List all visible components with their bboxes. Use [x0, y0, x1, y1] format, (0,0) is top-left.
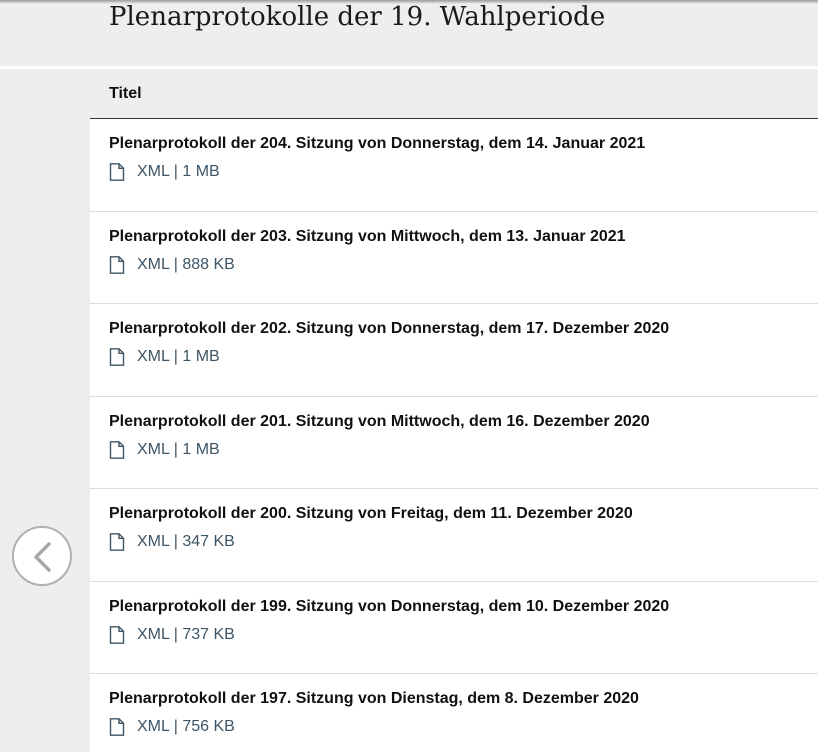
xml-download-link[interactable]: XML | 756 KB: [109, 718, 235, 736]
file-info: XML | 756 KB: [137, 718, 235, 735]
file-info: XML | 1 MB: [137, 440, 220, 458]
row-title: Plenarprotokoll der 202. Sitzung von Don…: [109, 320, 670, 337]
file-icon: [109, 533, 125, 551]
file-icon: [109, 348, 125, 366]
protocol-table: Titel Plenarprotokoll der 204. Sitzung v…: [90, 69, 818, 752]
file-info: XML | 737 KB: [137, 625, 235, 643]
column-header-title[interactable]: Titel: [109, 85, 142, 103]
xml-download-link[interactable]: XML | 888 KB: [109, 256, 235, 274]
table-row: Plenarprotokoll der 202. Sitzung von Don…: [90, 304, 818, 397]
file-icon: [109, 255, 125, 274]
table-row: Plenarprotokoll der 197. Sitzung von Die…: [90, 674, 818, 752]
xml-download-link[interactable]: XML | 1 MB: [109, 441, 220, 459]
table-row: Plenarprotokoll der 204. Sitzung von Don…: [90, 119, 818, 212]
table-header: Titel: [90, 69, 818, 119]
file-info: XML | 1 MB: [137, 348, 220, 365]
file-icon: [109, 163, 125, 181]
file-info: XML | 1 MB: [137, 163, 220, 180]
table-row: Plenarprotokoll der 203. Sitzung von Mit…: [90, 212, 818, 304]
table-row: Plenarprotokoll der 200. Sitzung von Fre…: [90, 489, 818, 582]
row-title: Plenarprotokoll der 199. Sitzung von Don…: [109, 597, 670, 615]
file-info: XML | 347 KB: [137, 533, 235, 550]
file-icon: [109, 440, 125, 459]
previous-button[interactable]: [12, 526, 72, 586]
xml-download-link[interactable]: XML | 1 MB: [109, 348, 220, 366]
row-title: Plenarprotokoll der 197. Sitzung von Die…: [109, 690, 639, 707]
chevron-left-icon: [34, 542, 51, 572]
row-title: Plenarprotokoll der 200. Sitzung von Fre…: [109, 505, 633, 522]
table-row: Plenarprotokoll der 201. Sitzung von Mit…: [90, 397, 818, 489]
xml-download-link[interactable]: XML | 737 KB: [109, 626, 235, 644]
file-icon: [109, 625, 125, 644]
row-title: Plenarprotokoll der 201. Sitzung von Mit…: [109, 412, 650, 430]
row-title: Plenarprotokoll der 204. Sitzung von Don…: [109, 135, 646, 152]
xml-download-link[interactable]: XML | 1 MB: [109, 163, 220, 181]
row-title: Plenarprotokoll der 203. Sitzung von Mit…: [109, 227, 626, 245]
table-row: Plenarprotokoll der 199. Sitzung von Don…: [90, 582, 818, 674]
page-title: Plenarprotokolle der 19. Wahlperiode: [109, 2, 606, 32]
xml-download-link[interactable]: XML | 347 KB: [109, 533, 235, 551]
file-icon: [109, 718, 125, 736]
file-info: XML | 888 KB: [137, 255, 235, 273]
